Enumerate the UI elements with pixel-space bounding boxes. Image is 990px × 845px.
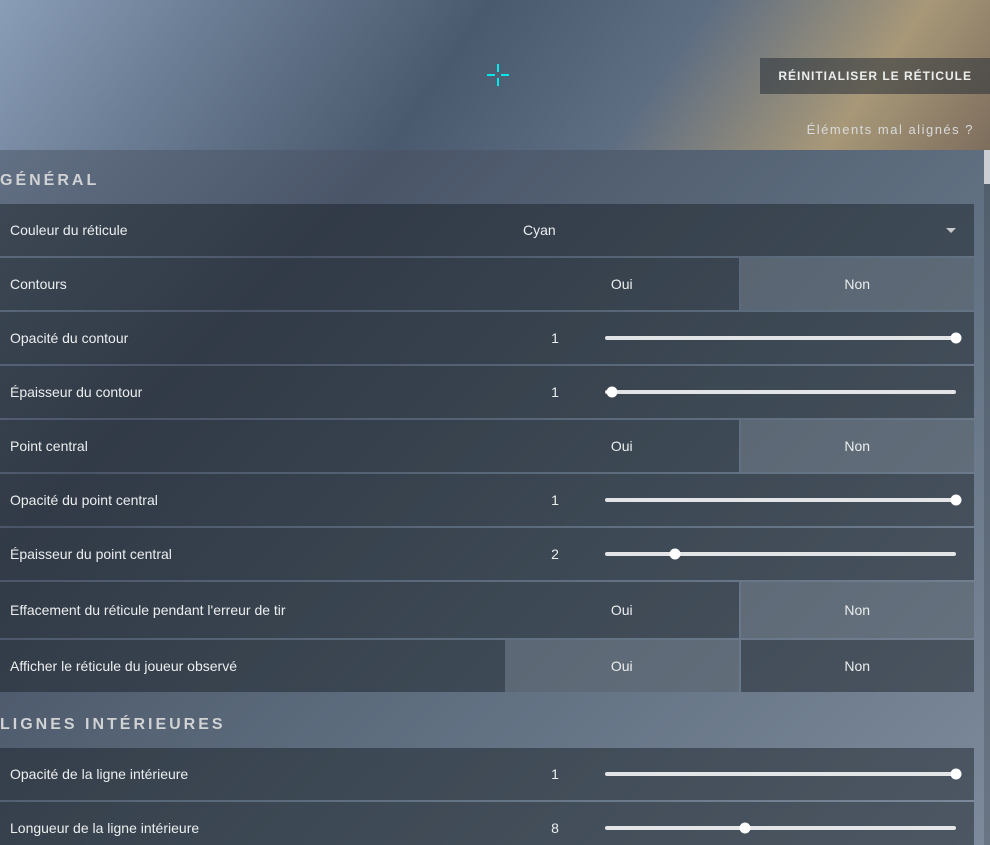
label-center-dot-opacity: Opacité du point central xyxy=(0,474,505,526)
toggle-center-dot-yes[interactable]: Oui xyxy=(505,420,739,472)
toggle-outlines-yes[interactable]: Oui xyxy=(505,258,739,310)
toggle-outlines-no[interactable]: Non xyxy=(741,258,975,310)
row-outline-thickness: Épaisseur du contour 1 xyxy=(0,366,974,418)
chevron-down-icon xyxy=(946,228,956,233)
misaligned-link[interactable]: Éléments mal alignés ? xyxy=(807,122,974,137)
slider-inner-line-opacity: 1 xyxy=(505,748,974,800)
slider-value-center-dot-thickness: 2 xyxy=(505,546,605,562)
slider-value-inner-line-length: 8 xyxy=(505,820,605,836)
slider-center-dot-opacity: 1 xyxy=(505,474,974,526)
slider-thumb[interactable] xyxy=(670,549,681,560)
label-inner-line-opacity: Opacité de la ligne intérieure xyxy=(0,748,505,800)
toggle-show-spectated-yes[interactable]: Oui xyxy=(505,640,739,692)
slider-thumb[interactable] xyxy=(607,387,618,398)
slider-outline-opacity: 1 xyxy=(505,312,974,364)
slider-track-outline-opacity[interactable] xyxy=(605,312,974,364)
slider-center-dot-thickness: 2 xyxy=(505,528,974,580)
label-center-dot: Point central xyxy=(0,420,505,472)
slider-inner-line-length: 8 xyxy=(505,802,974,845)
label-crosshair-color: Couleur du réticule xyxy=(0,204,505,256)
slider-track-center-dot-opacity[interactable] xyxy=(605,474,974,526)
label-outline-opacity: Opacité du contour xyxy=(0,312,505,364)
crosshair-icon xyxy=(487,64,509,86)
toggle-outlines: Oui Non xyxy=(505,258,974,310)
section-header-inner-lines: LIGNES INTÉRIEURES xyxy=(0,694,974,748)
scrollbar-thumb[interactable] xyxy=(984,150,990,184)
toggle-fade-firing-error: Oui Non xyxy=(505,582,974,638)
reset-crosshair-button[interactable]: RÉINITIALISER LE RÉTICULE xyxy=(760,58,990,94)
label-fade-firing-error: Effacement du réticule pendant l'erreur … xyxy=(0,582,505,638)
dropdown-crosshair-color[interactable]: Cyan xyxy=(505,204,974,256)
label-outline-thickness: Épaisseur du contour xyxy=(0,366,505,418)
toggle-fade-firing-error-no[interactable]: Non xyxy=(741,582,975,638)
label-inner-line-length: Longueur de la ligne intérieure xyxy=(0,802,505,845)
slider-value-inner-line-opacity: 1 xyxy=(505,766,605,782)
label-show-spectated: Afficher le réticule du joueur observé xyxy=(0,640,505,692)
slider-track-inner-line-length[interactable] xyxy=(605,802,974,845)
slider-thumb[interactable] xyxy=(951,495,962,506)
slider-thumb[interactable] xyxy=(740,823,751,834)
slider-track-outline-thickness[interactable] xyxy=(605,366,974,418)
slider-track-center-dot-thickness[interactable] xyxy=(605,528,974,580)
row-inner-line-opacity: Opacité de la ligne intérieure 1 xyxy=(0,748,974,800)
row-center-dot-thickness: Épaisseur du point central 2 xyxy=(0,528,974,580)
scrollbar[interactable] xyxy=(984,150,990,845)
toggle-show-spectated-no[interactable]: Non xyxy=(741,640,975,692)
slider-value-center-dot-opacity: 1 xyxy=(505,492,605,508)
slider-thumb[interactable] xyxy=(951,333,962,344)
slider-value-outline-thickness: 1 xyxy=(505,384,605,400)
toggle-fade-firing-error-yes[interactable]: Oui xyxy=(505,582,739,638)
row-center-dot: Point central Oui Non xyxy=(0,420,974,472)
toggle-center-dot-no[interactable]: Non xyxy=(741,420,975,472)
row-outlines: Contours Oui Non xyxy=(0,258,974,310)
slider-track-inner-line-opacity[interactable] xyxy=(605,748,974,800)
row-center-dot-opacity: Opacité du point central 1 xyxy=(0,474,974,526)
label-center-dot-thickness: Épaisseur du point central xyxy=(0,528,505,580)
toggle-show-spectated: Oui Non xyxy=(505,640,974,692)
settings-content: GÉNÉRAL Couleur du réticule Cyan Contour… xyxy=(0,150,990,845)
slider-thumb[interactable] xyxy=(951,769,962,780)
row-show-spectated: Afficher le réticule du joueur observé O… xyxy=(0,640,974,692)
toggle-center-dot: Oui Non xyxy=(505,420,974,472)
label-outlines: Contours xyxy=(0,258,505,310)
slider-outline-thickness: 1 xyxy=(505,366,974,418)
crosshair-preview: RÉINITIALISER LE RÉTICULE Éléments mal a… xyxy=(0,0,990,150)
slider-value-outline-opacity: 1 xyxy=(505,330,605,346)
section-header-general: GÉNÉRAL xyxy=(0,150,974,204)
row-crosshair-color: Couleur du réticule Cyan xyxy=(0,204,974,256)
row-outline-opacity: Opacité du contour 1 xyxy=(0,312,974,364)
row-fade-firing-error: Effacement du réticule pendant l'erreur … xyxy=(0,582,974,638)
row-inner-line-length: Longueur de la ligne intérieure 8 xyxy=(0,802,974,845)
dropdown-value: Cyan xyxy=(523,222,556,238)
